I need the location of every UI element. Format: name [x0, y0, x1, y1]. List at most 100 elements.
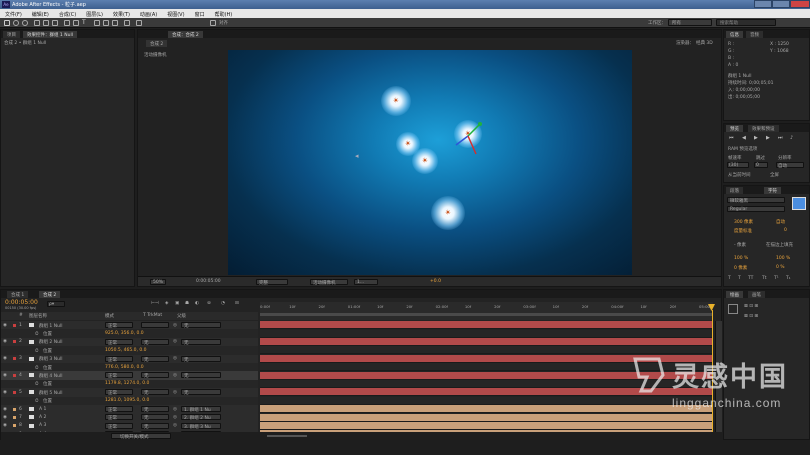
font-family-dropdown[interactable]: 微软雅黑	[727, 197, 785, 204]
zoom-dropdown[interactable]: 50%	[150, 279, 166, 285]
viewer-timecode[interactable]: 0:00:05:00	[196, 279, 221, 284]
text-style-buttons[interactable]: T T TT Tt T¹ T₁	[728, 276, 806, 282]
rotate-tool-icon[interactable]	[34, 20, 40, 26]
menu-view[interactable]: 视图(V)	[162, 9, 189, 18]
tracking[interactable]: 0	[784, 228, 787, 233]
3d-axis-gizmo-icon[interactable]	[450, 118, 490, 158]
layer-duration-bar[interactable]	[260, 338, 713, 346]
ruler-tick-label: 05:00	[699, 304, 710, 309]
tab-brushes[interactable]: 画笔	[748, 291, 765, 298]
exposure-value[interactable]: +0.0	[430, 279, 441, 284]
views-dropdown[interactable]: 1...	[354, 279, 378, 285]
baseline-shift[interactable]: 0 像素	[734, 265, 747, 271]
text-tool-icon[interactable]: T	[82, 20, 88, 26]
renderer-value[interactable]: 经典 3D	[696, 40, 713, 46]
layer-duration-bar[interactable]	[260, 422, 713, 430]
tab-effect-controls[interactable]: 效果控件：群组 1 Null	[23, 31, 77, 38]
menu-animation[interactable]: 动画(A)	[135, 9, 162, 18]
zoom-tool-icon[interactable]	[22, 20, 28, 26]
workspace-dropdown[interactable]: 所有	[668, 19, 712, 26]
tab-effects-presets[interactable]: 效果和预设	[748, 125, 779, 132]
fill-color-swatch[interactable]	[792, 197, 806, 210]
resolution-dropdown[interactable]: 完整	[256, 279, 288, 286]
comp-subtab[interactable]: 合成 2	[146, 40, 168, 47]
tab-composition[interactable]: 合成：合成 2	[168, 31, 203, 38]
ram-preview-options[interactable]: RAM 预览选项	[728, 146, 757, 152]
tab-project[interactable]: 项目	[3, 31, 20, 38]
layer-duration-bar[interactable]	[260, 321, 713, 330]
tsume[interactable]: 0 %	[776, 265, 785, 270]
sparkle-icon: ✴	[444, 208, 452, 217]
menu-window[interactable]: 窗口	[190, 9, 210, 18]
font-size[interactable]: 300 像素	[734, 219, 753, 225]
work-area-bar[interactable]	[260, 313, 713, 316]
puppet-tool-icon[interactable]	[136, 20, 142, 26]
frame-rate-dropdown[interactable]: (30)	[727, 162, 749, 168]
from-current-time-checkbox[interactable]: 从当前时间	[728, 172, 751, 178]
paint-color-swatch[interactable]	[728, 304, 738, 314]
menu-effect[interactable]: 效果(T)	[108, 9, 135, 18]
help-search-input[interactable]: 搜索帮助	[716, 19, 776, 26]
full-screen-checkbox[interactable]: 全屏	[770, 172, 779, 178]
brush-tool-icon[interactable]	[94, 20, 100, 26]
time-ruler[interactable]: 0:00f 10f 20f 01:00f 10f 20f 02:00f 10f 20f 03:00…	[260, 302, 715, 320]
layer-duration-bar[interactable]	[260, 405, 713, 414]
vertical-scale[interactable]: 100 %	[734, 256, 748, 261]
menu-layer[interactable]: 图层(L)	[81, 9, 108, 18]
stroke-width[interactable]: - 像素	[734, 242, 746, 248]
rectangle-tool-icon[interactable]	[64, 20, 70, 26]
pan-behind-tool-icon[interactable]	[52, 20, 58, 26]
layer-search-input[interactable]: ρ▾	[47, 301, 65, 307]
kerning[interactable]: 度量标准	[734, 228, 752, 234]
menu-edit[interactable]: 编辑(E)	[27, 9, 54, 18]
next-frame-icon[interactable]: ▶	[766, 135, 770, 141]
pen-tool-icon[interactable]	[73, 20, 79, 26]
resolution-dropdown-preview[interactable]: 自动	[776, 162, 804, 169]
menu-file[interactable]: 文件(F)	[0, 9, 27, 18]
skip-dropdown[interactable]: 0	[754, 162, 768, 168]
selection-tool-icon[interactable]	[4, 20, 10, 26]
menu-help[interactable]: 帮助(H)	[210, 9, 238, 18]
close-button[interactable]	[790, 0, 810, 8]
zoom-slider[interactable]	[267, 435, 307, 437]
stroke-type-dropdown[interactable]: 在描边上填充	[766, 242, 793, 248]
col-mode: 模式	[105, 314, 114, 319]
property-track[interactable]	[260, 329, 713, 338]
clone-stamp-tool-icon[interactable]	[103, 20, 109, 26]
minimize-button[interactable]	[754, 0, 772, 8]
camera-tool-icon[interactable]	[43, 20, 49, 26]
tab-comp-2[interactable]: 合成 2	[39, 291, 61, 298]
tab-info[interactable]: 信息	[726, 31, 743, 38]
ruler-tick-label: 10f	[464, 304, 472, 309]
comp-viewer[interactable]: ✴ ✴ ✴ ✴ ✴ ◂	[228, 50, 632, 275]
leading[interactable]: 自动	[776, 219, 785, 225]
tab-paragraph[interactable]: 段落	[726, 187, 743, 194]
first-frame-icon[interactable]: ⏮	[729, 135, 734, 141]
menu-composition[interactable]: 合成(C)	[54, 9, 81, 18]
snap-checkbox[interactable]	[210, 20, 216, 26]
col-num: #	[19, 313, 23, 318]
font-style-dropdown[interactable]: Regular	[727, 206, 785, 212]
property-track[interactable]	[260, 396, 713, 405]
tab-audio[interactable]: 音频	[746, 31, 763, 38]
layer-duration-bar[interactable]	[260, 413, 713, 422]
toggle-switches-modes-button[interactable]: 切换开关/模式	[111, 433, 171, 440]
play-icon[interactable]: ▶	[754, 135, 758, 141]
view-dropdown[interactable]: 活动摄像机	[310, 279, 348, 286]
prev-frame-icon[interactable]: ◀	[742, 135, 746, 141]
tab-paint[interactable]: 绘画	[726, 291, 743, 298]
current-timecode[interactable]: 0:00:05:00	[5, 299, 38, 306]
horizontal-scale[interactable]: 100 %	[776, 256, 790, 261]
tab-comp-1[interactable]: 合成 1	[7, 291, 29, 298]
tab-preview[interactable]: 预览	[726, 125, 743, 132]
tools-toolbar: T 对齐 工作区： 所有 搜索帮助	[0, 18, 810, 28]
eraser-tool-icon[interactable]	[112, 20, 118, 26]
maximize-button[interactable]	[772, 0, 790, 8]
property-track[interactable]	[260, 346, 713, 355]
last-frame-icon[interactable]: ⏭	[778, 135, 783, 141]
audio-icon[interactable]: ♪	[790, 135, 793, 141]
tab-character[interactable]: 字符	[764, 187, 781, 194]
hand-tool-icon[interactable]	[13, 20, 19, 26]
timeline-switches[interactable]: ⊢⊣ ◈ ▣ ☗ ◐ ⊚ ◔ ⊟	[151, 301, 256, 308]
roto-brush-tool-icon[interactable]	[124, 20, 130, 26]
